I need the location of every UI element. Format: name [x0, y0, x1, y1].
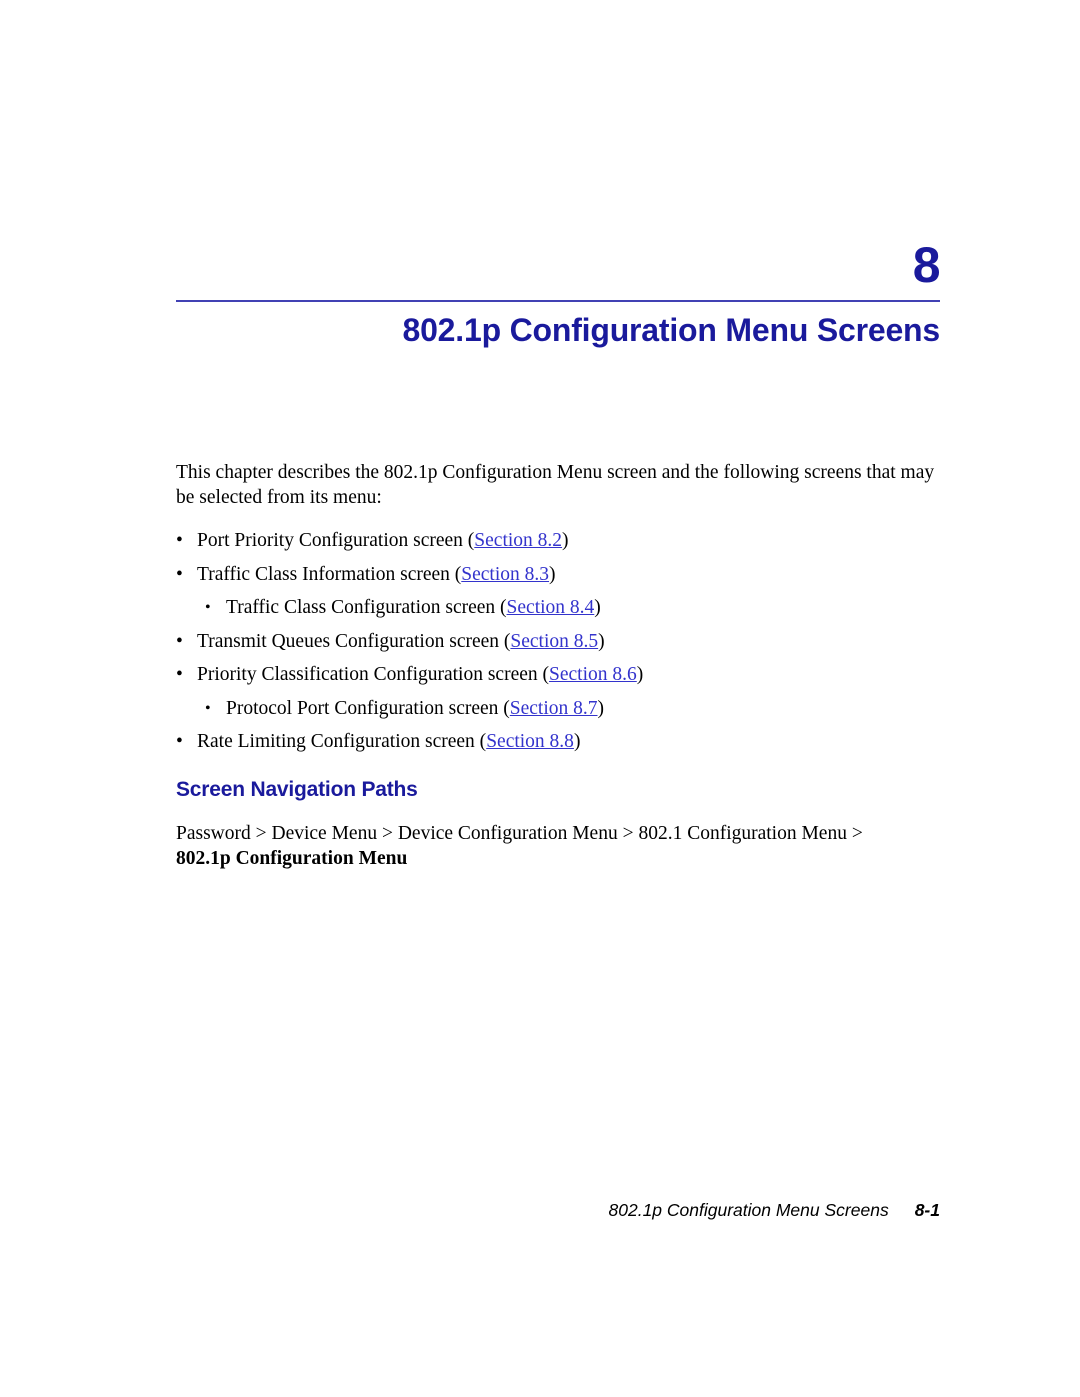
bullet-icon: •: [176, 731, 183, 752]
section-link[interactable]: Section 8.3: [461, 564, 549, 585]
bullet-icon: •: [176, 630, 183, 652]
list-item-label: Priority Classification Configuration sc…: [197, 664, 550, 685]
chapter-divider-rule: [176, 300, 940, 302]
list-item-label: Port Priority Configuration screen (: [197, 530, 475, 551]
list-item-suffix: ): [549, 563, 556, 585]
chapter-number: 8: [912, 237, 941, 293]
list-item: • Rate Limiting Configuration screen (Sec…: [176, 731, 940, 753]
list-item-suffix: ): [597, 697, 605, 719]
bullet-icon: •: [176, 563, 183, 585]
screen-list: • Port Priority Configuration screen (Sec…: [176, 530, 940, 753]
breadcrumb-current: 802.1p Configuration Menu: [176, 847, 408, 869]
section-link[interactable]: Section 8.4: [507, 597, 595, 618]
list-item-suffix: ): [562, 530, 569, 551]
list-item-label: Protocol Port Configuration screen (: [226, 697, 510, 719]
section-link[interactable]: Section 8.6: [549, 664, 637, 685]
list-item-label: Traffic Class Configuration screen (: [226, 597, 507, 618]
breadcrumb-path: Password > Device Menu > Device Configur…: [176, 822, 863, 844]
list-item-nested: • Traffic Class Configuration screen (Sec…: [176, 597, 940, 619]
list-item-suffix: ): [594, 597, 601, 618]
document-page: 8 802.1p Configuration Menu Screens This…: [0, 0, 1080, 1397]
list-item-label: Rate Limiting Configuration screen (: [197, 731, 487, 752]
list-item-label: Transmit Queues Configuration screen (: [197, 630, 511, 652]
breadcrumb: Password > Device Menu > Device Configur…: [176, 821, 940, 871]
bullet-icon: •: [205, 599, 211, 616]
list-item-suffix: ): [636, 664, 644, 685]
list-item-label: Traffic Class Information screen (: [197, 563, 462, 585]
bullet-icon: •: [205, 699, 211, 717]
footer-page-number: 8-1: [914, 1200, 940, 1220]
list-item-nested: • Protocol Port Configuration screen (Sec…: [176, 698, 940, 720]
section-link[interactable]: Section 8.2: [474, 530, 562, 551]
section-link[interactable]: Section 8.8: [486, 731, 574, 752]
section-link[interactable]: Section 8.7: [510, 698, 598, 719]
list-item: • Traffic Class Information screen (Secti…: [176, 564, 940, 586]
section-link[interactable]: Section 8.5: [510, 631, 598, 652]
screen-navigation-paths-section: Screen Navigation Paths Password > Devic…: [176, 760, 940, 871]
list-item: • Priority Classification Configuration s…: [176, 664, 940, 686]
list-item-suffix: ): [573, 731, 581, 752]
list-item: • Transmit Queues Configuration screen (S…: [176, 631, 940, 653]
page-title: 802.1p Configuration Menu Screens: [402, 312, 940, 348]
list-item: • Port Priority Configuration screen (Sec…: [176, 530, 940, 552]
bullet-icon: •: [176, 664, 183, 685]
footer-title: 802.1p Configuration Menu Screens: [608, 1200, 889, 1220]
bullet-icon: •: [176, 530, 183, 551]
chapter-header: 8 802.1p Configuration Menu Screens: [176, 237, 941, 371]
body-content: This chapter describes the 802.1p Config…: [176, 440, 940, 765]
intro-paragraph: This chapter describes the 802.1p Config…: [176, 461, 935, 509]
section-heading: Screen Navigation Paths: [176, 778, 418, 802]
list-item-suffix: ): [598, 630, 605, 652]
page-footer: 802.1p Configuration Menu Screens 8-1: [176, 1200, 940, 1221]
